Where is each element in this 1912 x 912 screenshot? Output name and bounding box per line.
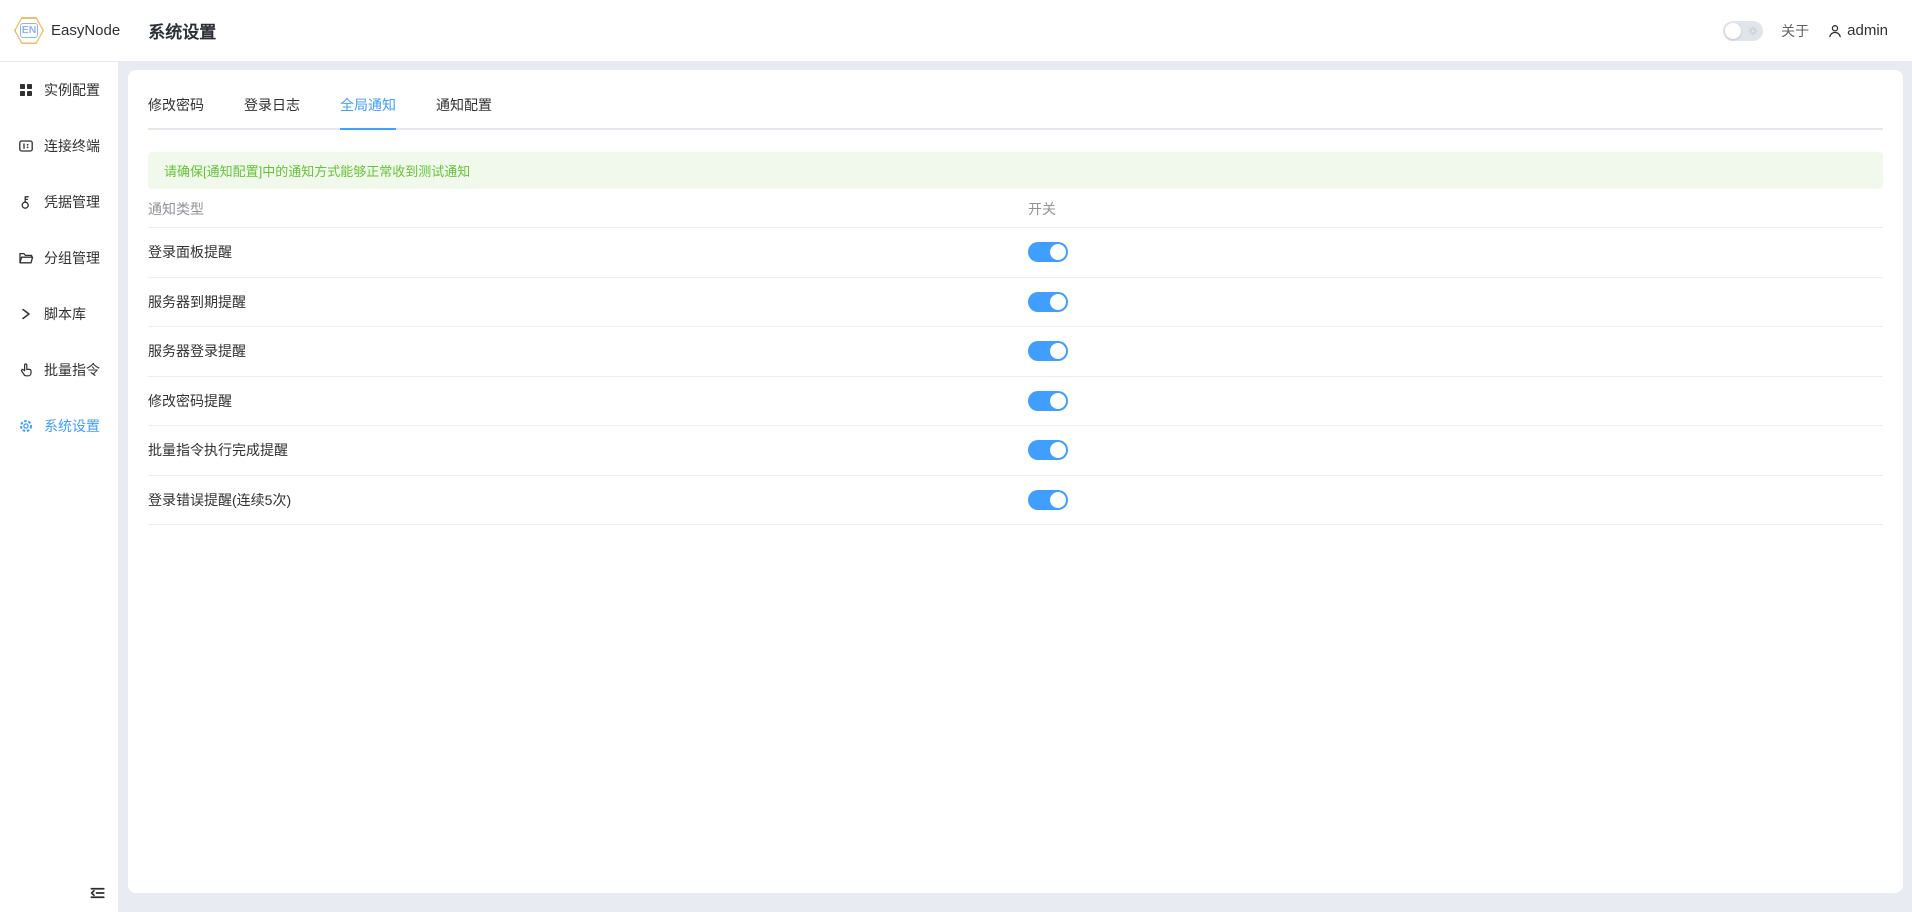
main-panel: 修改密码 登录日志 全局通知 通知配置 请确保[通知配置]中的通知方式能够正常收… <box>128 70 1903 893</box>
tab-label: 全局通知 <box>340 97 396 113</box>
header-right: 关于 admin <box>1723 21 1888 41</box>
alert-text: 请确保[通知配置]中的通知方式能够正常收到测试通知 <box>164 161 470 180</box>
pointer-icon <box>18 362 34 378</box>
about-link[interactable]: 关于 <box>1781 21 1809 41</box>
gear-icon <box>18 418 34 434</box>
person-icon <box>1827 23 1843 39</box>
tab-notification-config[interactable]: 通知配置 <box>436 86 492 130</box>
logo-badge: EN <box>20 23 39 39</box>
sidebar-item-credentials[interactable]: 凭据管理 <box>0 174 118 230</box>
terminal-icon <box>18 138 34 154</box>
table-row: 登录错误提醒(连续5次) <box>148 476 1883 526</box>
folder-icon <box>18 250 34 266</box>
notification-toggle[interactable] <box>1028 490 1068 510</box>
table-header-row: 通知类型 开关 <box>148 190 1883 228</box>
notification-type-label: 服务器登录提醒 <box>148 341 1028 361</box>
logo-hexagon-icon: EN <box>14 17 44 44</box>
sidebar-item-label: 实例配置 <box>44 80 100 100</box>
notification-type-label: 登录面板提醒 <box>148 242 1028 262</box>
dark-mode-toggle[interactable] <box>1723 21 1763 41</box>
page-title: 系统设置 <box>148 18 216 43</box>
tab-change-password[interactable]: 修改密码 <box>148 86 204 130</box>
tab-label: 通知配置 <box>436 97 492 113</box>
tabs-bar: 修改密码 登录日志 全局通知 通知配置 <box>148 86 1883 130</box>
table-row: 服务器登录提醒 <box>148 327 1883 377</box>
sidebar-item-label: 分组管理 <box>44 248 100 268</box>
tab-label: 修改密码 <box>148 97 204 113</box>
table-row: 批量指令执行完成提醒 <box>148 426 1883 476</box>
success-alert: 请确保[通知配置]中的通知方式能够正常收到测试通知 <box>148 152 1883 189</box>
notification-type-label: 批量指令执行完成提醒 <box>148 440 1028 460</box>
notification-toggle[interactable] <box>1028 341 1068 361</box>
sidebar-item-terminal[interactable]: 连接终端 <box>0 118 118 174</box>
notification-toggle[interactable] <box>1028 242 1068 262</box>
sidebar-fold-icon[interactable] <box>88 884 106 902</box>
notification-toggle[interactable] <box>1028 440 1068 460</box>
sidebar-item-groups[interactable]: 分组管理 <box>0 230 118 286</box>
sidebar-item-system-settings[interactable]: 系统设置 <box>0 398 118 454</box>
logo-name: EasyNode <box>51 22 120 39</box>
sidebar-item-instance-config[interactable]: 实例配置 <box>0 62 118 118</box>
tab-global-notifications[interactable]: 全局通知 <box>340 86 396 130</box>
app-logo[interactable]: EN EasyNode <box>14 17 120 44</box>
table-row: 登录面板提醒 <box>148 228 1883 278</box>
user-menu[interactable]: admin <box>1827 22 1888 39</box>
sidebar-item-label: 凭据管理 <box>44 192 100 212</box>
notification-type-label: 修改密码提醒 <box>148 391 1028 411</box>
sidebar-item-label: 连接终端 <box>44 136 100 156</box>
notification-toggle[interactable] <box>1028 292 1068 312</box>
sidebar-item-label: 批量指令 <box>44 360 100 380</box>
column-header-type: 通知类型 <box>148 199 1028 219</box>
sidebar: 实例配置 连接终端 凭据管理 分组管理 <box>0 62 118 912</box>
tab-login-log[interactable]: 登录日志 <box>244 86 300 130</box>
sidebar-item-label: 系统设置 <box>44 416 100 436</box>
column-header-switch: 开关 <box>1028 199 1883 219</box>
table-row: 服务器到期提醒 <box>148 278 1883 328</box>
tab-label: 登录日志 <box>244 97 300 113</box>
notification-toggle[interactable] <box>1028 391 1068 411</box>
notifications-table: 通知类型 开关 登录面板提醒 服务器到期提醒 服务器登录提醒 修改密码提醒 批量… <box>148 190 1883 525</box>
app-header: EN EasyNode 系统设置 关于 admin <box>0 0 1912 62</box>
notification-type-label: 登录错误提醒(连续5次) <box>148 490 1028 510</box>
sidebar-item-scripts[interactable]: 脚本库 <box>0 286 118 342</box>
sidebar-item-label: 脚本库 <box>44 304 86 324</box>
chevron-right-icon <box>18 306 34 322</box>
sun-icon <box>1746 24 1760 38</box>
table-row: 修改密码提醒 <box>148 377 1883 427</box>
sidebar-item-batch-commands[interactable]: 批量指令 <box>0 342 118 398</box>
grid-icon <box>18 82 34 98</box>
notification-type-label: 服务器到期提醒 <box>148 292 1028 312</box>
key-icon <box>18 194 34 210</box>
username-label: admin <box>1847 22 1888 39</box>
